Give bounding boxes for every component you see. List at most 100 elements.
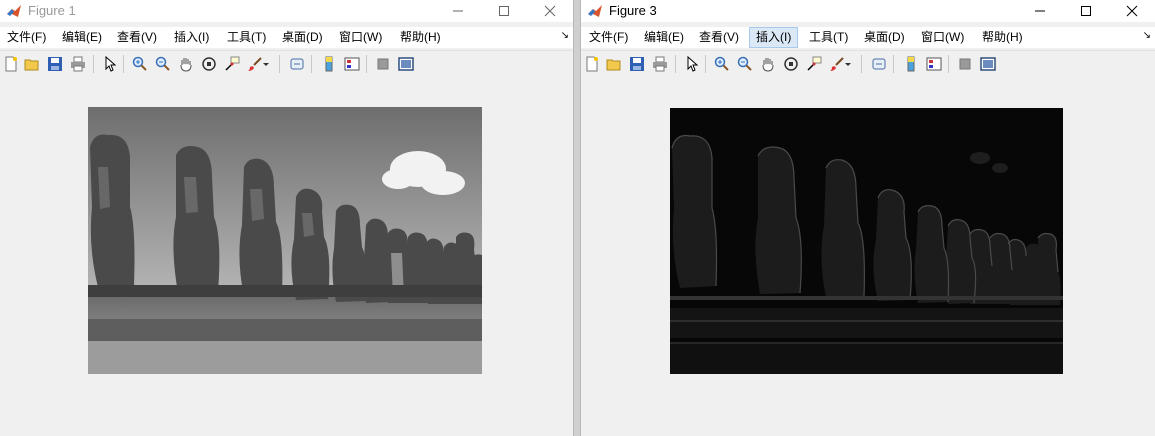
menu-desktop[interactable]: 桌面(D) [863, 28, 906, 47]
insert-legend-button[interactable] [343, 55, 361, 73]
maximize-button[interactable] [1063, 0, 1109, 22]
hide-plot-tools-icon [377, 58, 389, 70]
figure-toolbar [581, 50, 1155, 78]
brush-dropdown[interactable] [844, 55, 852, 73]
pan-button[interactable] [177, 55, 195, 73]
menu-bar: 文件(F) 编辑(E) 查看(V) 插入(I) 工具(T) 桌面(D) 窗口(W… [581, 27, 1155, 48]
data-cursor-icon [225, 56, 240, 71]
menu-view[interactable]: 查看(V) [698, 28, 740, 47]
new-figure-button[interactable] [2, 55, 20, 73]
zoom-out-button[interactable] [154, 55, 172, 73]
menu-help[interactable]: 帮助(H) [399, 28, 442, 47]
print-icon [71, 56, 85, 72]
link-plot-button[interactable] [288, 55, 306, 73]
zoom-out-icon [155, 56, 170, 71]
window-title: Figure 3 [609, 3, 657, 18]
close-icon [1126, 5, 1138, 17]
maximize-icon [1081, 6, 1091, 16]
menu-tools[interactable]: 工具(T) [226, 28, 267, 47]
edit-plot-button[interactable] [683, 55, 701, 73]
toolbar-separator [311, 55, 312, 73]
insert-colorbar-button[interactable] [320, 55, 338, 73]
brush-icon [830, 57, 844, 71]
data-cursor-button[interactable] [805, 55, 823, 73]
dock-arrow-icon[interactable]: ↘ [561, 30, 569, 41]
insert-legend-button[interactable] [925, 55, 943, 73]
print-button[interactable] [651, 55, 669, 73]
menu-edit[interactable]: 编辑(E) [643, 28, 685, 47]
show-plot-tools-button[interactable] [397, 55, 415, 73]
toolbar-separator [123, 55, 124, 73]
title-bar[interactable]: Figure 3 [581, 0, 1155, 22]
menu-window[interactable]: 窗口(W) [338, 28, 383, 47]
zoom-out-button[interactable] [736, 55, 754, 73]
minimize-icon [453, 10, 463, 12]
image-axes[interactable] [670, 108, 1063, 374]
menu-insert[interactable]: 插入(I) [173, 28, 210, 47]
open-file-icon [606, 59, 621, 71]
chevron-down-icon [845, 63, 851, 66]
data-cursor-button[interactable] [223, 55, 241, 73]
show-plot-tools-button[interactable] [979, 55, 997, 73]
open-file-button[interactable] [605, 55, 623, 73]
toolbar-separator [861, 55, 862, 73]
maximize-button[interactable] [481, 0, 527, 22]
menu-window[interactable]: 窗口(W) [920, 28, 965, 47]
toolbar-separator [675, 55, 676, 73]
menu-insert[interactable]: 插入(I) [749, 27, 799, 48]
title-bar[interactable]: Figure 1 [0, 0, 573, 22]
insert-colorbar-icon [325, 56, 333, 72]
moai-grayscale-image [88, 107, 482, 374]
zoom-in-button[interactable] [131, 55, 149, 73]
new-figure-icon [5, 56, 17, 72]
menu-file[interactable]: 文件(F) [588, 28, 629, 47]
hide-plot-tools-button[interactable] [374, 55, 392, 73]
rotate-3d-button[interactable] [200, 55, 218, 73]
edit-plot-arrow-icon [687, 56, 699, 72]
link-plot-button[interactable] [870, 55, 888, 73]
figure-canvas[interactable] [581, 77, 1155, 436]
link-plot-icon [872, 58, 886, 70]
brush-dropdown[interactable] [262, 55, 270, 73]
menu-desktop[interactable]: 桌面(D) [281, 28, 324, 47]
window-title: Figure 1 [28, 3, 76, 18]
brush-icon [248, 57, 262, 71]
close-button[interactable] [527, 0, 573, 22]
pan-button[interactable] [759, 55, 777, 73]
dock-arrow-icon[interactable]: ↘ [1143, 30, 1151, 41]
insert-colorbar-button[interactable] [902, 55, 920, 73]
menu-bar: 文件(F) 编辑(E) 查看(V) 插入(I) 工具(T) 桌面(D) 窗口(W… [0, 27, 573, 48]
menu-view[interactable]: 查看(V) [116, 28, 158, 47]
hide-plot-tools-button[interactable] [956, 55, 974, 73]
close-button[interactable] [1109, 0, 1155, 22]
minimize-button[interactable] [435, 0, 481, 22]
print-button[interactable] [69, 55, 87, 73]
matlab-logo-icon [7, 5, 21, 17]
new-figure-button[interactable] [583, 55, 601, 73]
save-button[interactable] [628, 55, 646, 73]
menu-file[interactable]: 文件(F) [6, 28, 47, 47]
maximize-icon [499, 6, 509, 16]
rotate-3d-icon [202, 57, 216, 71]
zoom-in-icon [714, 56, 729, 71]
menu-edit[interactable]: 编辑(E) [61, 28, 103, 47]
chevron-down-icon [263, 63, 269, 66]
zoom-out-icon [737, 56, 752, 71]
moai-edge-filtered-image [670, 108, 1063, 374]
toolbar-separator [279, 55, 280, 73]
rotate-3d-button[interactable] [782, 55, 800, 73]
edit-plot-button[interactable] [101, 55, 119, 73]
figure-canvas[interactable] [0, 77, 573, 436]
show-plot-tools-icon [980, 57, 996, 71]
menu-tools[interactable]: 工具(T) [808, 28, 849, 47]
figure-1-window: Figure 1 文件(F) 编辑(E) 查看(V) 插入(I) 工具(T) 桌… [0, 0, 573, 436]
minimize-button[interactable] [1017, 0, 1063, 22]
pan-hand-icon [180, 58, 192, 72]
toolbar-separator [705, 55, 706, 73]
save-button[interactable] [46, 55, 64, 73]
image-axes[interactable] [88, 107, 482, 374]
toolbar-separator [93, 55, 94, 73]
open-file-button[interactable] [23, 55, 41, 73]
menu-help[interactable]: 帮助(H) [981, 28, 1024, 47]
zoom-in-button[interactable] [713, 55, 731, 73]
